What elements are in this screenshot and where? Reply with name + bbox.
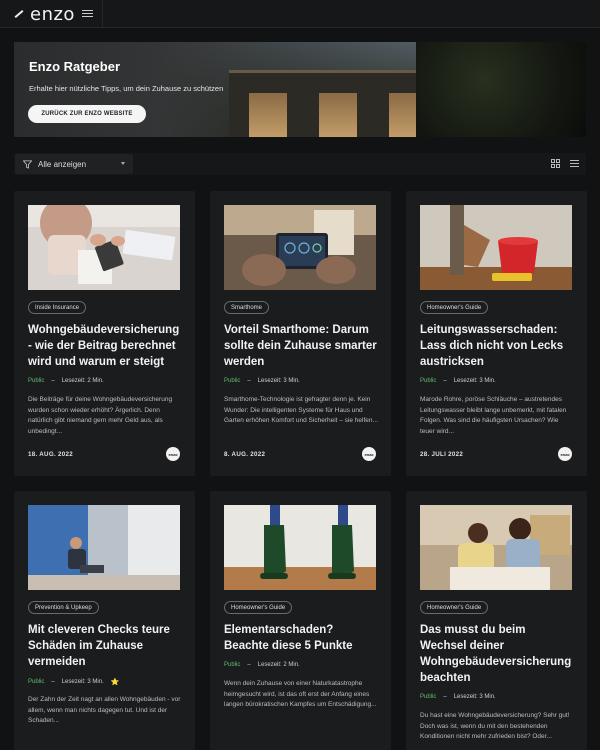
reading-time: Lesezeit: 2 Min.	[257, 662, 300, 668]
article-date: 28. JULI 2022	[420, 451, 464, 458]
meta-separator: –	[247, 662, 251, 668]
author-avatar: enzo	[558, 447, 572, 461]
article-meta: Public – Lesezeit: 3 Min.	[420, 378, 496, 384]
article-image	[224, 505, 376, 590]
article-meta: Public – Lesezeit: 3 Min. ⭐	[28, 678, 119, 686]
article-date: 8. AUG. 2022	[224, 451, 266, 458]
reading-time: Lesezeit: 3 Min.	[453, 378, 496, 384]
category-tag[interactable]: Smarthome	[224, 301, 270, 314]
hamburger-icon[interactable]	[82, 8, 93, 19]
category-tag[interactable]: Inside Insurance	[28, 301, 87, 314]
chevron-down-icon	[121, 162, 125, 165]
status-public: Public	[224, 378, 241, 384]
article-card[interactable]: Homeowner's Guide Elementarschaden? Beac…	[210, 491, 391, 750]
article-title[interactable]: Vorteil Smarthome: Darum sollte dein Zuh…	[224, 322, 379, 370]
article-title[interactable]: Mit cleveren Checks teure Schäden im Zuh…	[28, 622, 183, 670]
article-image	[28, 205, 180, 290]
status-public: Public	[224, 662, 241, 668]
status-public: Public	[420, 378, 437, 384]
logo-slash-icon	[14, 10, 24, 18]
top-bar: enzo	[0, 0, 600, 28]
funnel-icon	[23, 159, 32, 169]
reading-time: Lesezeit: 3 Min.	[61, 679, 104, 685]
status-public: Public	[28, 378, 45, 384]
article-date: 18. AUG. 2022	[28, 451, 73, 458]
article-title[interactable]: Wohngebäudeversicherung - wie der Beitra…	[28, 322, 183, 370]
article-card[interactable]: Inside Insurance Wohngebäudeversicherung…	[14, 191, 195, 476]
reading-time: Lesezeit: 3 Min.	[257, 378, 300, 384]
reading-time: Lesezeit: 2 Min.	[61, 378, 104, 384]
meta-separator: –	[443, 378, 447, 384]
article-meta: Public – Lesezeit: 3 Min.	[224, 378, 300, 384]
back-to-website-button[interactable]: ZURÜCK ZUR ENZO WEBSITE	[28, 105, 146, 123]
article-excerpt: Du hast eine Wohngebäudeversicherung? Se…	[420, 712, 570, 740]
meta-separator: –	[51, 378, 55, 384]
status-public: Public	[28, 679, 45, 685]
meta-separator: –	[51, 679, 55, 685]
category-tag[interactable]: Prevention & Upkeep	[28, 601, 99, 614]
hero-subtitle: Erhalte hier nützliche Tipps, um dein Zu…	[29, 84, 224, 93]
article-title[interactable]: Elementarschaden? Beachte diese 5 Punkte	[224, 622, 379, 654]
article-meta: Public – Lesezeit: 2 Min.	[28, 378, 104, 384]
category-tag[interactable]: Homeowner's Guide	[420, 601, 489, 614]
article-image	[28, 505, 180, 590]
article-meta: Public – Lesezeit: 2 Min.	[224, 662, 300, 668]
article-card[interactable]: Homeowner's Guide Leitungswasserschaden:…	[406, 191, 587, 476]
hero-title: Enzo Ratgeber	[29, 59, 121, 74]
star-icon: ⭐	[110, 679, 120, 686]
meta-separator: –	[443, 694, 447, 700]
author-avatar: enzo	[362, 447, 376, 461]
divider	[102, 0, 103, 28]
article-excerpt: Die Beiträge für deine Wohngebäudeversic…	[28, 396, 173, 435]
article-card[interactable]: Smarthome Vorteil Smarthome: Darum sollt…	[210, 191, 391, 476]
article-meta: Public – Lesezeit: 3 Min.	[420, 694, 496, 700]
hero-banner: Enzo Ratgeber Erhalte hier nützliche Tip…	[14, 42, 586, 137]
filter-selected-label: Alle anzeigen	[38, 159, 87, 169]
grid-view-icon[interactable]	[551, 159, 560, 168]
filter-bar: Alle anzeigen	[14, 153, 586, 175]
category-filter-select[interactable]: Alle anzeigen	[15, 154, 133, 174]
category-tag[interactable]: Homeowner's Guide	[420, 301, 489, 314]
category-tag[interactable]: Homeowner's Guide	[224, 601, 293, 614]
article-title[interactable]: Leitungswasserschaden: Lass dich nicht v…	[420, 322, 575, 370]
logo-text: enzo	[30, 3, 75, 25]
article-image	[420, 505, 572, 590]
article-excerpt: Smarthome-Technologie ist gefragter denn…	[224, 396, 378, 424]
article-excerpt: Marode Rohre, poröse Schläuche – austret…	[420, 396, 567, 435]
meta-separator: –	[247, 378, 251, 384]
status-public: Public	[420, 694, 437, 700]
article-card[interactable]: Prevention & Upkeep Mit cleveren Checks …	[14, 491, 195, 750]
article-excerpt: Der Zahn der Zeit nagt an allen Wohngebä…	[28, 696, 181, 724]
trees-image	[416, 42, 586, 137]
article-image	[420, 205, 572, 290]
article-title[interactable]: Das musst du beim Wechsel deiner Wohngeb…	[420, 622, 575, 686]
author-avatar: enzo	[166, 447, 180, 461]
enzo-logo[interactable]: enzo	[14, 3, 75, 25]
article-excerpt: Wenn dein Zuhause von einer Naturkatastr…	[224, 680, 377, 708]
list-view-icon[interactable]	[570, 159, 579, 168]
article-card[interactable]: Homeowner's Guide Das musst du beim Wech…	[406, 491, 587, 750]
reading-time: Lesezeit: 3 Min.	[453, 694, 496, 700]
article-image	[224, 205, 376, 290]
